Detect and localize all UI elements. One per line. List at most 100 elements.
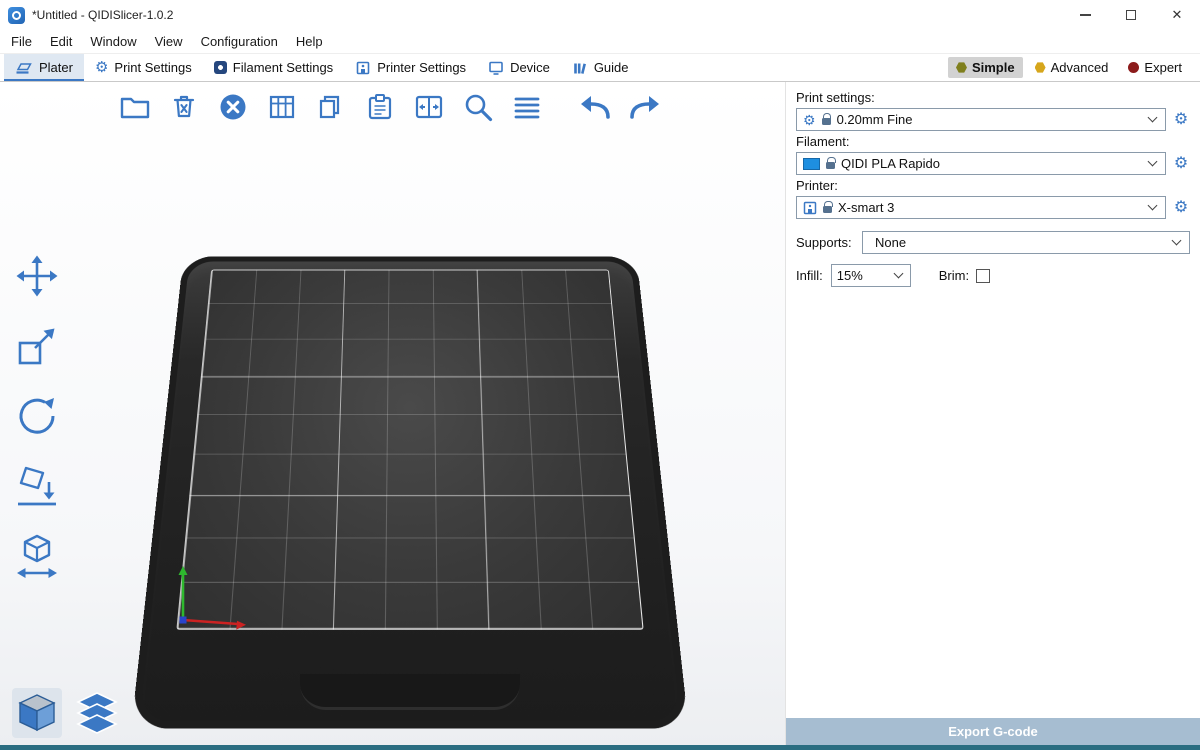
infill-combo[interactable]: 15%: [831, 264, 911, 287]
delete-all-button[interactable]: [214, 89, 252, 125]
printer-icon: [355, 60, 371, 76]
export-gcode-button[interactable]: Export G-code: [786, 718, 1200, 745]
3d-editor-view-icon: [15, 691, 59, 735]
lock-icon: [822, 118, 831, 125]
open-button[interactable]: [116, 89, 154, 125]
print-settings-label: Print settings:: [796, 90, 1190, 105]
filament-color-swatch: [803, 158, 820, 170]
menubar: File Edit Window View Configuration Help: [0, 30, 1200, 53]
mode-advanced[interactable]: Advanced: [1027, 57, 1117, 78]
gear-icon: ⚙: [95, 60, 108, 75]
maximize-button[interactable]: [1108, 0, 1154, 30]
chevron-down-icon: [893, 269, 903, 279]
printer-bed: [131, 256, 689, 728]
bed-front-handle: [300, 674, 520, 710]
variable-layer-height-button[interactable]: [508, 89, 546, 125]
guide-icon: [572, 60, 588, 76]
mode-switcher: Simple Advanced Expert: [948, 54, 1200, 81]
redo-icon: [625, 92, 663, 122]
app-logo-icon: [8, 7, 25, 24]
tab-print-settings[interactable]: ⚙ Print Settings: [84, 54, 203, 81]
plater-toolbar: [116, 89, 546, 125]
gizmo-toolbar: [10, 250, 64, 582]
infill-label: Infill:: [796, 268, 823, 283]
chevron-down-icon: [1148, 157, 1158, 167]
layers-icon: [512, 92, 542, 122]
scale-button[interactable]: [10, 320, 64, 372]
chevron-down-icon: [1148, 201, 1158, 211]
move-button[interactable]: [10, 250, 64, 302]
open-folder-icon: [118, 92, 152, 122]
supports-value: None: [869, 235, 906, 250]
supports-combo[interactable]: None: [862, 231, 1190, 254]
copy-icon: [316, 92, 346, 122]
preview-view-button[interactable]: [72, 688, 122, 738]
mirror-icon: [13, 532, 61, 580]
mode-expert[interactable]: Expert: [1120, 57, 1190, 78]
chevron-down-icon: [1148, 113, 1158, 123]
filament-value: QIDI PLA Rapido: [841, 156, 940, 171]
mode-simple[interactable]: Simple: [948, 57, 1023, 78]
menu-configuration[interactable]: Configuration: [192, 32, 287, 51]
3d-editor-view-button[interactable]: [12, 688, 62, 738]
copy-button[interactable]: [312, 89, 350, 125]
tab-filament-settings[interactable]: Filament Settings: [203, 54, 344, 81]
window-controls: ✕: [1062, 0, 1200, 30]
print-settings-combo[interactable]: ⚙ 0.20mm Fine: [796, 108, 1166, 131]
minimize-icon: [1080, 14, 1091, 16]
window-title: *Untitled - QIDISlicer-1.0.2: [32, 8, 173, 22]
printer-combo[interactable]: X-smart 3: [796, 196, 1166, 219]
view-toolbar: [12, 688, 122, 738]
menu-view[interactable]: View: [146, 32, 192, 51]
split-icon: [413, 92, 445, 122]
search-icon: [463, 92, 493, 122]
bottom-edge: [0, 745, 1200, 750]
filament-combo[interactable]: QIDI PLA Rapido: [796, 152, 1166, 175]
delete-button[interactable]: [165, 89, 203, 125]
print-settings-gear-button[interactable]: ⚙: [1172, 112, 1190, 128]
arrange-button[interactable]: [263, 89, 301, 125]
rotate-button[interactable]: [10, 390, 64, 442]
paste-icon: [365, 92, 395, 122]
printer-gear-button[interactable]: ⚙: [1172, 200, 1190, 216]
search-button[interactable]: [459, 89, 497, 125]
3d-viewport[interactable]: [0, 82, 785, 750]
paste-button[interactable]: [361, 89, 399, 125]
place-on-face-button[interactable]: [10, 460, 64, 512]
split-button[interactable]: [410, 89, 448, 125]
menu-window[interactable]: Window: [81, 32, 145, 51]
coordinate-axes-icon: [168, 550, 258, 635]
tab-device[interactable]: Device: [477, 54, 561, 81]
close-icon: ✕: [1172, 7, 1183, 23]
rotate-icon: [13, 392, 61, 440]
mirror-button[interactable]: [10, 530, 64, 582]
brim-label: Brim:: [939, 268, 969, 283]
lock-icon: [826, 162, 835, 169]
menu-file[interactable]: File: [2, 32, 41, 51]
printer-label: Printer:: [796, 178, 1190, 193]
tab-guide[interactable]: Guide: [561, 54, 640, 81]
tabbar: Plater ⚙ Print Settings Filament Setting…: [0, 53, 1200, 82]
menu-help[interactable]: Help: [287, 32, 332, 51]
titlebar: *Untitled - QIDISlicer-1.0.2 ✕: [0, 0, 1200, 30]
infill-value: 15%: [837, 268, 863, 283]
tab-printer-settings[interactable]: Printer Settings: [344, 54, 477, 81]
delete-icon: [169, 92, 199, 122]
filament-icon: [214, 61, 227, 74]
gear-icon: ⚙: [803, 113, 816, 127]
plater-icon: [15, 60, 33, 75]
brim-checkbox[interactable]: [976, 269, 990, 283]
menu-edit[interactable]: Edit: [41, 32, 81, 51]
filament-label: Filament:: [796, 134, 1190, 149]
minimize-button[interactable]: [1062, 0, 1108, 30]
tab-plater[interactable]: Plater: [4, 54, 84, 81]
printer-icon: [803, 201, 817, 215]
maximize-icon: [1126, 10, 1136, 20]
close-button[interactable]: ✕: [1154, 0, 1200, 30]
filament-gear-button[interactable]: ⚙: [1172, 156, 1190, 172]
redo-button[interactable]: [625, 89, 663, 125]
settings-sidebar: Print settings: ⚙ 0.20mm Fine ⚙ Filament…: [785, 82, 1200, 750]
arrange-icon: [267, 92, 297, 122]
undo-button[interactable]: [577, 89, 615, 125]
undo-redo-toolbar: [577, 89, 663, 125]
